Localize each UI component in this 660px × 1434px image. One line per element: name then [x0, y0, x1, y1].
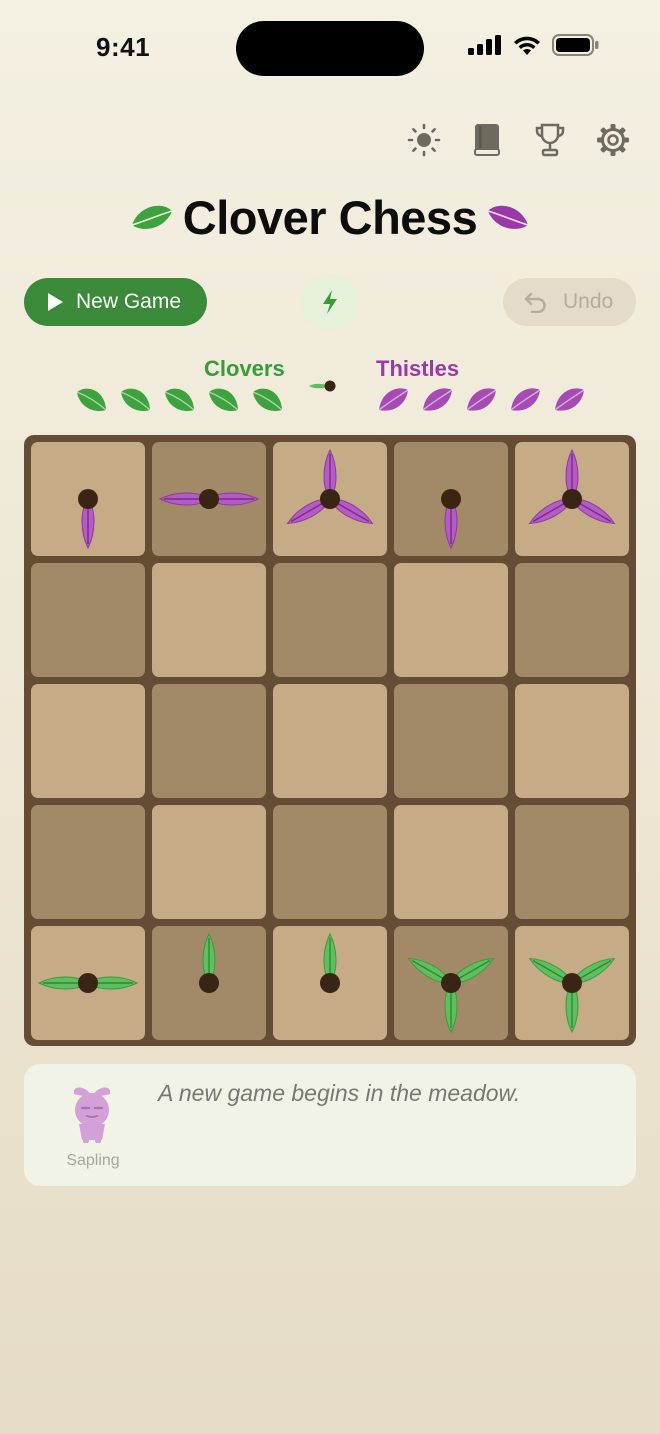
message-text: A new game begins in the meadow.	[158, 1080, 521, 1106]
green-leaf-icon	[208, 388, 239, 412]
purple-pieces-remaining	[377, 386, 586, 414]
wifi-icon	[514, 36, 540, 55]
turn-indicator-icon	[309, 380, 336, 392]
board-square[interactable]	[515, 805, 629, 919]
board-square[interactable]	[273, 684, 387, 798]
board-square[interactable]	[31, 805, 145, 919]
green-piece-icon[interactable]	[273, 926, 387, 1040]
green-leaf-icon	[120, 388, 151, 412]
green-piece-icon[interactable]	[394, 926, 508, 1040]
status-time: 9:41	[96, 32, 151, 62]
top-toolbar	[407, 120, 630, 160]
board-square[interactable]	[515, 442, 629, 556]
message-panel: Sapling A new game begins in the meadow.	[24, 1064, 636, 1186]
green-leaf-icon	[131, 205, 173, 229]
status-icons	[468, 34, 600, 56]
sapling-avatar-icon	[73, 1087, 111, 1143]
app-title: Clover Chess	[182, 191, 478, 244]
board-square[interactable]	[152, 805, 266, 919]
board-square[interactable]	[273, 926, 387, 1040]
purple-piece-icon[interactable]	[152, 442, 266, 556]
purple-leaf-icon	[422, 388, 453, 411]
title-row: Clover Chess	[0, 190, 660, 245]
green-team-name: Clovers	[204, 356, 285, 381]
game-board	[24, 435, 636, 1046]
board-square[interactable]	[152, 684, 266, 798]
purple-piece-icon[interactable]	[273, 442, 387, 556]
board-square[interactable]	[31, 563, 145, 677]
battery-icon	[552, 34, 599, 56]
board-square[interactable]	[394, 926, 508, 1040]
purple-piece-icon[interactable]	[515, 442, 629, 556]
board-square[interactable]	[152, 563, 266, 677]
green-leaf-icon	[164, 388, 195, 412]
undo-label: Undo	[563, 290, 614, 313]
board-square[interactable]	[273, 563, 387, 677]
board-square[interactable]	[515, 684, 629, 798]
play-icon	[48, 293, 63, 311]
purple-piece-icon[interactable]	[31, 442, 145, 556]
board-square[interactable]	[31, 684, 145, 798]
green-piece-icon[interactable]	[31, 926, 145, 1040]
purple-leaf-icon	[554, 388, 585, 411]
cellular-signal-icon	[468, 35, 501, 55]
board-square[interactable]	[31, 442, 145, 556]
green-piece-icon[interactable]	[515, 926, 629, 1040]
board-square[interactable]	[515, 563, 629, 677]
purple-leaf-icon	[510, 388, 541, 411]
undo-arrow-icon	[524, 292, 546, 313]
board-square[interactable]	[394, 563, 508, 677]
purple-team-name: Thistles	[376, 356, 460, 381]
quick-move-button[interactable]	[301, 274, 359, 330]
board-square[interactable]	[273, 805, 387, 919]
dynamic-island	[236, 21, 424, 76]
board-square[interactable]	[152, 926, 266, 1040]
leaderboard-button[interactable]	[533, 120, 567, 160]
board-square[interactable]	[31, 926, 145, 1040]
green-leaf-icon	[252, 388, 283, 412]
green-pieces-remaining	[75, 386, 284, 414]
purple-leaf-icon	[378, 388, 409, 411]
new-game-button[interactable]: New Game	[24, 278, 207, 326]
rules-book-button[interactable]	[470, 120, 504, 160]
settings-gear-icon	[597, 124, 629, 156]
undo-button[interactable]: Undo	[503, 278, 636, 326]
rules-book-icon	[474, 124, 500, 156]
new-game-label: New Game	[76, 290, 182, 313]
speaker-name: Sapling	[66, 1152, 120, 1169]
board-square[interactable]	[394, 684, 508, 798]
purple-leaf-icon	[487, 205, 529, 229]
purple-leaf-icon	[466, 388, 497, 411]
green-leaf-icon	[76, 388, 107, 412]
board-square[interactable]	[394, 805, 508, 919]
brightness-icon	[407, 123, 441, 157]
brightness-button[interactable]	[407, 120, 441, 160]
trophy-icon	[535, 123, 565, 157]
settings-button[interactable]	[596, 120, 630, 160]
board-square[interactable]	[152, 442, 266, 556]
green-piece-icon[interactable]	[152, 926, 266, 1040]
purple-piece-icon[interactable]	[394, 442, 508, 556]
board-square[interactable]	[394, 442, 508, 556]
lightning-bolt-icon	[323, 290, 337, 314]
board-square[interactable]	[515, 926, 629, 1040]
board-square[interactable]	[273, 442, 387, 556]
